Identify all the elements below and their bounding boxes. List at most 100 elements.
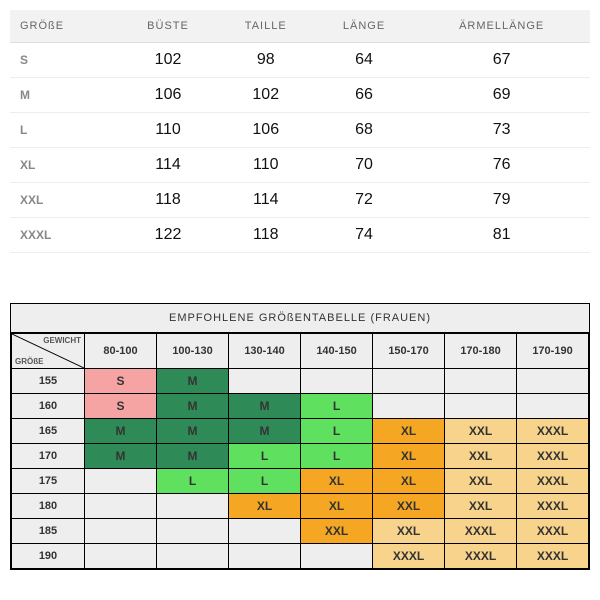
size-cell: XL [373, 469, 445, 494]
table-row: 175LLXLXLXXLXXXL [12, 469, 589, 494]
size-cell [517, 394, 589, 419]
measurement-cell: 67 [413, 43, 590, 78]
size-cell [85, 519, 157, 544]
size-cell: M [229, 419, 301, 444]
size-cell: XXXL [373, 544, 445, 569]
height-header: 155 [12, 369, 85, 394]
size-cell: L [157, 469, 229, 494]
measurement-cell: 106 [119, 78, 217, 113]
measurement-cell: 68 [315, 113, 414, 148]
table-row: L1101066873 [10, 113, 590, 148]
size-cell: XXXL [517, 544, 589, 569]
weight-range-header: 170-190 [517, 334, 589, 369]
measurement-cell: 74 [315, 218, 414, 253]
corner-size-label: GRÖßE [15, 357, 43, 366]
size-cell: XXXL [445, 519, 517, 544]
measurement-cell: 118 [217, 218, 315, 253]
size-cell [157, 519, 229, 544]
measurement-cell: 98 [217, 43, 315, 78]
table-row: XL1141107076 [10, 148, 590, 183]
weight-range-header: 140-150 [301, 334, 373, 369]
size-cell [517, 369, 589, 394]
weight-range-header: 100-130 [157, 334, 229, 369]
size-cell: L [301, 419, 373, 444]
height-header: 180 [12, 494, 85, 519]
size-cell [373, 369, 445, 394]
size-cell: S [85, 394, 157, 419]
size-cell: XXXL [517, 494, 589, 519]
measurement-cell: 114 [119, 148, 217, 183]
size-cell [229, 544, 301, 569]
size-cell: XXL [445, 419, 517, 444]
measurement-cell: 76 [413, 148, 590, 183]
measurements-header: LÄNGE [315, 10, 414, 43]
weight-range-header: 150-170 [373, 334, 445, 369]
measurements-header: BÜSTE [119, 10, 217, 43]
measurement-cell: 122 [119, 218, 217, 253]
size-cell: XXXL [517, 444, 589, 469]
measurement-cell: 79 [413, 183, 590, 218]
table-row: M1061026669 [10, 78, 590, 113]
recommended-size-table: GEWICHT GRÖßE 80-100100-130130-140140-15… [11, 333, 589, 569]
recommended-size-table-wrap: EMPFOHLENE GRÖßENTABELLE (FRAUEN) GEWICH… [10, 303, 590, 570]
size-cell: L [229, 469, 301, 494]
table-row: 180XLXLXXLXXLXXXL [12, 494, 589, 519]
table-row: 165MMMLXLXXLXXXL [12, 419, 589, 444]
size-cell: XL [301, 494, 373, 519]
size-cell [157, 544, 229, 569]
measurement-cell: 106 [217, 113, 315, 148]
size-cell: XXL [445, 494, 517, 519]
size-label-cell: XXXL [10, 218, 119, 253]
size-cell: L [301, 444, 373, 469]
measurement-cell: 70 [315, 148, 414, 183]
measurement-cell: 81 [413, 218, 590, 253]
measurement-cell: 66 [315, 78, 414, 113]
size-cell: M [85, 419, 157, 444]
table-row: S102986467 [10, 43, 590, 78]
corner-weight-label: GEWICHT [43, 336, 81, 345]
size-cell: XXXL [517, 419, 589, 444]
height-header: 185 [12, 519, 85, 544]
size-cell [445, 369, 517, 394]
height-header: 165 [12, 419, 85, 444]
size-label-cell: L [10, 113, 119, 148]
size-cell [301, 544, 373, 569]
size-cell: M [157, 369, 229, 394]
size-cell: XXL [373, 519, 445, 544]
weight-range-header: 130-140 [229, 334, 301, 369]
weight-range-header: 170-180 [445, 334, 517, 369]
size-cell: M [157, 419, 229, 444]
size-cell: XL [373, 444, 445, 469]
size-cell: XXL [301, 519, 373, 544]
size-label-cell: S [10, 43, 119, 78]
measurement-cell: 114 [217, 183, 315, 218]
measurement-cell: 110 [217, 148, 315, 183]
size-cell [229, 369, 301, 394]
measurements-header: GRÖßE [10, 10, 119, 43]
measurement-cell: 69 [413, 78, 590, 113]
measurement-cell: 102 [119, 43, 217, 78]
size-cell: M [85, 444, 157, 469]
size-label-cell: XL [10, 148, 119, 183]
measurement-cell: 64 [315, 43, 414, 78]
table-row: 155SM [12, 369, 589, 394]
table-row: XXXL1221187481 [10, 218, 590, 253]
size-cell: XL [229, 494, 301, 519]
size-cell: XL [301, 469, 373, 494]
table-row: 160SMML [12, 394, 589, 419]
size-cell [373, 394, 445, 419]
weight-range-header: 80-100 [85, 334, 157, 369]
size-cell [229, 519, 301, 544]
size-cell [85, 494, 157, 519]
size-cell [445, 394, 517, 419]
measurements-header: TAILLE [217, 10, 315, 43]
height-header: 170 [12, 444, 85, 469]
measurement-cell: 102 [217, 78, 315, 113]
measurements-header: ÄRMELLÄNGE [413, 10, 590, 43]
size-label-cell: M [10, 78, 119, 113]
size-cell: XXL [445, 444, 517, 469]
measurement-cell: 72 [315, 183, 414, 218]
size-cell: XXL [445, 469, 517, 494]
table-row: XXL1181147279 [10, 183, 590, 218]
table-row: 190XXXLXXXLXXXL [12, 544, 589, 569]
